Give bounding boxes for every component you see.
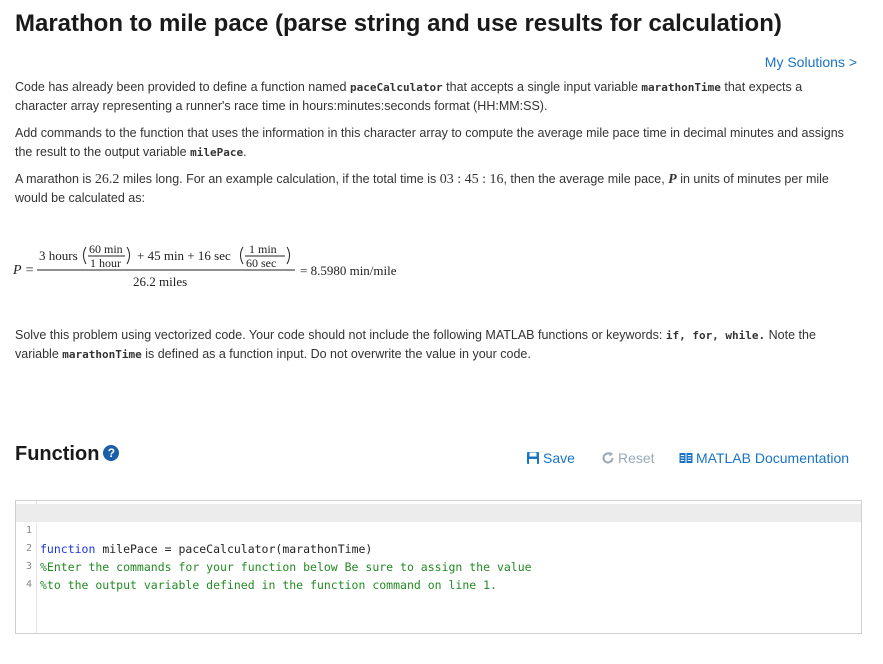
- input-variable-code-2: marathonTime: [62, 348, 142, 361]
- my-solutions-link[interactable]: My Solutions >: [765, 54, 857, 70]
- p3-text-c: miles long. For an example calculation, …: [119, 172, 440, 186]
- p2-text-c: .: [243, 145, 247, 159]
- p4-text-e: is defined as a function input. Do not o…: [141, 347, 531, 361]
- formula-denominator: 26.2 miles: [133, 274, 187, 289]
- reset-label: Reset: [618, 450, 655, 466]
- pace-formula: P = 3 hours 60 min 1 hour + 45 min + 16 …: [12, 236, 433, 296]
- marathon-distance: 26.2: [94, 172, 120, 187]
- code-comment: %to the output variable defined in the f…: [40, 578, 497, 592]
- matlab-documentation-link[interactable]: MATLAB Documentation: [679, 450, 849, 466]
- p3-text-a: A marathon is: [15, 172, 95, 186]
- output-variable-code: milePace: [190, 146, 244, 159]
- problem-paragraph-4: Solve this problem using vectorized code…: [15, 326, 845, 364]
- help-icon[interactable]: ?: [103, 445, 120, 461]
- forbidden-keywords: if, for, while.: [665, 329, 766, 342]
- function-name-code: paceCalculator: [349, 81, 443, 94]
- formula-fraction1-num: 60 min: [89, 242, 123, 256]
- floppy-disk-icon: [527, 452, 539, 464]
- problem-paragraph-1: Code has already been provided to define…: [15, 78, 845, 116]
- code-line-4[interactable]: 4: [16, 558, 861, 590]
- save-label: Save: [543, 450, 575, 466]
- formula-fraction2-num: 1 min: [249, 242, 277, 256]
- code-line-1[interactable]: 1 function milePace = paceCalculator(mar…: [16, 504, 861, 556]
- reset-button[interactable]: Reset: [601, 450, 655, 466]
- function-heading: Function?: [15, 443, 120, 466]
- code-line-3[interactable]: 3 %to the output variable defined in the…: [16, 540, 861, 592]
- p2-text-a: Add commands to the function that uses t…: [15, 126, 844, 159]
- refresh-icon: [602, 451, 614, 464]
- pace-symbol: P: [668, 172, 677, 187]
- code-line-2[interactable]: 2 %Enter the commands for your function …: [16, 522, 861, 574]
- save-button[interactable]: Save: [526, 450, 575, 466]
- function-heading-label: Function: [15, 443, 100, 465]
- formula-lhs: P =: [13, 263, 34, 278]
- input-variable-code: marathonTime: [641, 81, 721, 94]
- line-number: 4: [25, 579, 32, 590]
- problem-paragraph-2: Add commands to the function that uses t…: [15, 124, 845, 162]
- problem-paragraph-3: A marathon is 26.2 miles long. For an ex…: [15, 170, 845, 208]
- page-title: Marathon to mile pace (parse string and …: [15, 10, 782, 37]
- docs-label: MATLAB Documentation: [696, 450, 850, 466]
- book-icon: [679, 453, 693, 463]
- p4-text-a: Solve this problem using vectorized code…: [15, 328, 666, 342]
- formula-result: = 8.5980 min/mile: [300, 263, 397, 278]
- formula-hours-term: 3 hours: [39, 248, 78, 263]
- formula-min-sec-term: + 45 min + 16 sec: [137, 248, 231, 263]
- p3-text-e: , then the average mile pace,: [503, 172, 669, 186]
- p1-text-a: Code has already been provided to define…: [15, 80, 350, 94]
- example-time: 03 : 45 : 16: [439, 172, 504, 187]
- code-editor[interactable]: 1 function milePace = paceCalculator(mar…: [15, 500, 862, 634]
- formula-fraction1-den: 1 hour: [90, 256, 121, 270]
- p1-text-c: that accepts a single input variable: [442, 80, 642, 94]
- formula-fraction2-den: 60 sec: [246, 256, 276, 270]
